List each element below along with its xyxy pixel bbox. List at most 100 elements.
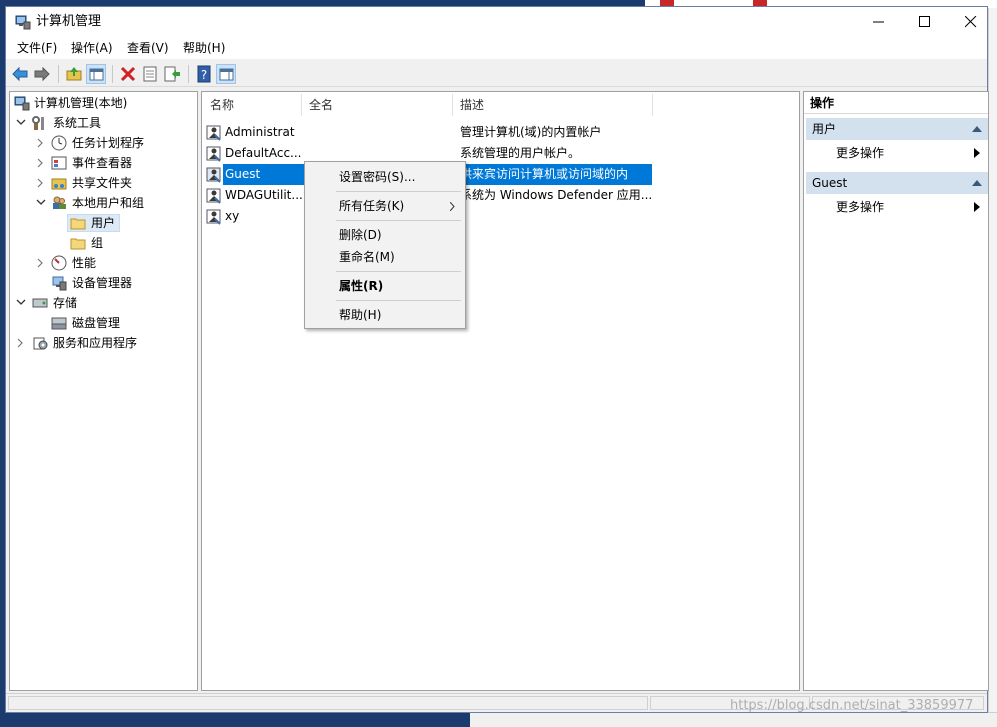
- chevron-right-icon[interactable]: [15, 333, 25, 353]
- help-button[interactable]: ?: [194, 64, 214, 84]
- user-icon: [206, 187, 223, 204]
- clock-icon: [51, 135, 67, 151]
- delete-button[interactable]: [118, 64, 138, 84]
- tools-icon: [32, 115, 48, 131]
- maximize-icon: [919, 16, 930, 27]
- submenu-arrow-icon: [974, 202, 980, 212]
- export-list-button[interactable]: [162, 64, 182, 84]
- menu-item-all-tasks[interactable]: 所有任务(K): [307, 195, 463, 217]
- more-actions-label: 更多操作: [836, 200, 885, 214]
- tree-item-local-users-groups[interactable]: 本地用户和组: [10, 193, 197, 213]
- tree-item-device-manager[interactable]: 设备管理器: [10, 273, 197, 293]
- chevron-right-icon[interactable]: [35, 133, 45, 153]
- computer-management-icon: [15, 14, 31, 30]
- actions-group-label: Guest: [812, 176, 848, 190]
- users-group-icon: [51, 195, 67, 211]
- export-list-icon: [164, 66, 180, 82]
- menu-file[interactable]: 文件(F): [15, 41, 59, 55]
- chevron-down-icon[interactable]: [35, 193, 46, 213]
- actions-pane: 操作 用户 更多操作 Guest 更多操作: [803, 91, 989, 691]
- tree-item-groups[interactable]: 组: [10, 233, 197, 253]
- back-arrow-icon: [12, 66, 28, 82]
- menu-item-help[interactable]: 帮助(H): [307, 304, 463, 326]
- collapse-up-icon: [972, 180, 982, 186]
- forward-arrow-icon: [34, 66, 50, 82]
- tree-item-disk-management[interactable]: 磁盘管理: [10, 313, 197, 333]
- device-manager-icon: [51, 275, 67, 291]
- user-icon: [206, 166, 223, 183]
- user-icon: [206, 208, 223, 225]
- more-actions-label: 更多操作: [836, 146, 885, 160]
- more-actions-guest[interactable]: 更多操作: [806, 196, 988, 218]
- tree-item-shared-folders[interactable]: 共享文件夹: [10, 173, 197, 193]
- chevron-right-icon: [450, 202, 455, 211]
- maximize-button[interactable]: [902, 7, 948, 37]
- tree-item-services-apps[interactable]: 服务和应用程序: [10, 333, 197, 353]
- menu-item-rename[interactable]: 重命名(M): [307, 246, 463, 268]
- close-icon: [965, 16, 977, 28]
- menu-help[interactable]: 帮助(H): [181, 41, 227, 55]
- tree-label: 本地用户和组: [72, 196, 145, 210]
- status-segment: [8, 696, 648, 710]
- menu-item-properties[interactable]: 属性(R): [307, 275, 463, 297]
- toolbar-separator: [112, 65, 113, 83]
- close-button[interactable]: [948, 7, 994, 37]
- show-hide-action-pane-icon: [219, 68, 234, 81]
- tree-label: 计算机管理(本地): [34, 96, 128, 110]
- tree-item-users[interactable]: 用户: [10, 213, 197, 233]
- disk-management-icon: [51, 315, 67, 331]
- column-header-name[interactable]: 名称: [204, 94, 302, 116]
- forward-button[interactable]: [32, 64, 52, 84]
- actions-group-users[interactable]: 用户: [806, 118, 988, 140]
- minimize-button[interactable]: [856, 7, 902, 37]
- tree-label: 磁盘管理: [72, 316, 121, 330]
- computer-management-window: 计算机管理 文件(F) 操作(A) 查看(V) 帮助(H) ? 计算机管理(本地…: [5, 6, 989, 713]
- chevron-down-icon[interactable]: [15, 113, 26, 133]
- column-header-description[interactable]: 描述: [454, 94, 653, 116]
- tree-item-system-tools[interactable]: 系统工具: [10, 113, 197, 133]
- tree-label: 系统工具: [53, 116, 102, 130]
- minimize-icon: [873, 21, 884, 23]
- properties-button[interactable]: [140, 64, 160, 84]
- title-bar[interactable]: 计算机管理: [6, 7, 987, 37]
- chevron-down-icon[interactable]: [15, 293, 26, 313]
- menu-view[interactable]: 查看(V): [125, 41, 171, 55]
- up-level-button[interactable]: [64, 64, 84, 84]
- tree-item-storage[interactable]: 存储: [10, 293, 197, 313]
- back-button[interactable]: [10, 64, 30, 84]
- more-actions-users[interactable]: 更多操作: [806, 142, 988, 164]
- user-description: 系统为 Windows Defender 应用...: [460, 188, 653, 202]
- context-menu: 设置密码(S)... 所有任务(K) 删除(D) 重命名(M) 属性(R) 帮助…: [304, 161, 466, 329]
- chevron-right-icon[interactable]: [35, 173, 45, 193]
- menu-item-set-password[interactable]: 设置密码(S)...: [307, 166, 463, 188]
- table-row[interactable]: Administrat 管理计算机(域)的内置帐户: [204, 122, 652, 143]
- console-tree[interactable]: 计算机管理(本地) 系统工具 任务计划程序 事件查看器 共享文件夹 本地用户和组…: [9, 91, 198, 691]
- show-hide-tree-button[interactable]: [86, 64, 106, 84]
- tree-label: 存储: [53, 296, 78, 310]
- toolbar-separator: [188, 65, 189, 83]
- show-hide-action-pane-button[interactable]: [216, 64, 236, 84]
- user-description: 管理计算机(域)的内置帐户: [460, 125, 602, 139]
- user-name: WDAGUtilit...: [225, 188, 303, 202]
- menu-item-delete[interactable]: 删除(D): [307, 224, 463, 246]
- chevron-right-icon[interactable]: [35, 153, 45, 173]
- actions-group-guest[interactable]: Guest: [806, 172, 988, 194]
- chevron-right-icon[interactable]: [35, 253, 45, 273]
- toolbar-separator: [58, 65, 59, 83]
- tree-item-root[interactable]: 计算机管理(本地): [10, 93, 197, 113]
- up-folder-icon: [66, 67, 82, 81]
- tree-item-event-viewer[interactable]: 事件查看器: [10, 153, 197, 173]
- tree-item-task-scheduler[interactable]: 任务计划程序: [10, 133, 197, 153]
- tree-label: 设备管理器: [72, 276, 133, 290]
- users-list[interactable]: 名称 全名 描述 Administrat 管理计算机(域)的内置帐户 Defau…: [201, 91, 800, 691]
- storage-icon: [32, 295, 48, 311]
- tree-item-performance[interactable]: 性能: [10, 253, 197, 273]
- user-name: xy: [225, 209, 240, 223]
- folder-icon: [70, 235, 86, 251]
- column-header-full-name[interactable]: 全名: [303, 94, 453, 116]
- svg-text:?: ?: [201, 68, 207, 82]
- user-icon: [206, 124, 223, 141]
- watermark-text: https://blog.csdn.net/sinat_33859977: [730, 698, 974, 713]
- submenu-arrow-icon: [974, 148, 980, 158]
- menu-action[interactable]: 操作(A): [69, 41, 115, 55]
